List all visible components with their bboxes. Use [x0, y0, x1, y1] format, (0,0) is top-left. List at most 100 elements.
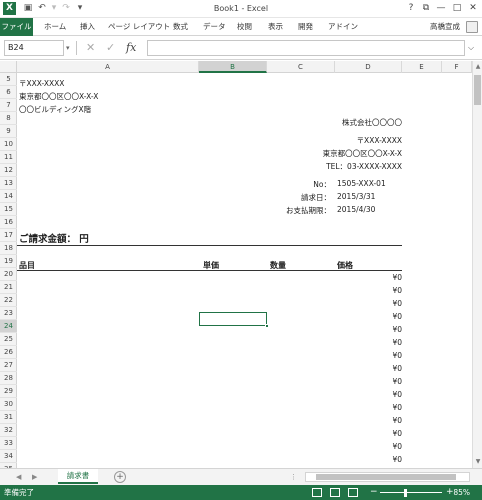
ribbon-display-icon[interactable]: ⧉ — [420, 2, 432, 15]
tab-file[interactable]: ファイル — [0, 18, 33, 36]
row-header[interactable]: 29 — [0, 385, 17, 398]
row-header[interactable]: 12 — [0, 164, 17, 177]
page-layout-view-icon[interactable] — [330, 488, 340, 497]
scroll-up-icon[interactable]: ▲ — [474, 62, 482, 72]
expand-formula-bar-icon[interactable]: ⌵ — [468, 40, 474, 56]
tab-developer[interactable]: 開発 — [298, 18, 313, 36]
due-date-label: お支払期限： — [286, 206, 331, 215]
row-header[interactable]: 8 — [0, 112, 17, 125]
column-header-a[interactable]: A — [17, 61, 199, 73]
tab-formulas[interactable]: 数式 — [173, 18, 188, 36]
select-all-corner[interactable] — [0, 61, 17, 73]
worksheet-grid[interactable]: 〒XXX-XXXX 東京都〇〇区〇〇X-X-X 〇〇ビルディングX階 株式会社〇… — [17, 73, 472, 468]
tab-data[interactable]: データ — [203, 18, 226, 36]
row-header[interactable]: 17 — [0, 229, 17, 242]
row-header[interactable]: 34 — [0, 450, 17, 463]
column-headers: A B C D E F — [0, 61, 482, 73]
zoom-slider-knob[interactable] — [404, 489, 407, 497]
sender-address: 東京都〇〇区〇〇X-X-X — [322, 149, 402, 158]
formula-bar: B24 ▾ ✕ ✓ fx ⌵ — [0, 36, 482, 60]
row-headers: 5 6 7 8 9 10 11 12 13 14 15 16 17 18 19 20 21 22 23 24 25 26 2… — [0, 73, 17, 476]
row-header[interactable]: 13 — [0, 177, 17, 190]
row-header[interactable]: 5 — [0, 73, 17, 86]
row-header[interactable]: 19 — [0, 255, 17, 268]
row-header[interactable]: 14 — [0, 190, 17, 203]
zoom-level[interactable]: 85% — [453, 485, 470, 500]
amount-cell: ¥0 — [392, 325, 402, 334]
amount-cell: ¥0 — [392, 416, 402, 425]
row-header[interactable]: 9 — [0, 125, 17, 138]
user-name[interactable]: 高橋宣成 — [430, 18, 460, 36]
tab-home[interactable]: ホーム — [44, 18, 66, 36]
header-underline — [17, 270, 402, 271]
amount-cell: ¥0 — [392, 377, 402, 386]
prev-sheet-icon[interactable]: ◀ — [16, 469, 21, 485]
help-icon[interactable]: ? — [405, 2, 417, 15]
row-header[interactable]: 30 — [0, 398, 17, 411]
row-header[interactable]: 26 — [0, 346, 17, 359]
row-header[interactable]: 23 — [0, 307, 17, 320]
zoom-out-icon[interactable]: − — [370, 485, 378, 500]
minimize-icon[interactable]: — — [435, 2, 447, 15]
row-header[interactable]: 7 — [0, 99, 17, 112]
vertical-scroll-thumb[interactable] — [474, 75, 481, 105]
sheet-tab-invoice[interactable]: 請求書 — [58, 469, 98, 484]
column-header-c[interactable]: C — [267, 61, 335, 73]
sheet-bar-splitter-icon[interactable]: ⋮ — [290, 469, 297, 485]
page-break-view-icon[interactable] — [348, 488, 358, 497]
sheet-tab-bar: ◀ ▶ 請求書 + ⋮ — [0, 468, 482, 485]
tab-page-layout[interactable]: ページ レイアウト — [108, 18, 170, 36]
normal-view-icon[interactable] — [312, 488, 322, 497]
row-header[interactable]: 31 — [0, 411, 17, 424]
vertical-scrollbar[interactable]: ▲ ▼ — [472, 61, 482, 468]
tab-view[interactable]: 表示 — [268, 18, 283, 36]
amount-cell: ¥0 — [392, 299, 402, 308]
ribbon-tabs: ファイル ホーム 挿入 ページ レイアウト 数式 データ 校閲 表示 開発 アド… — [0, 18, 482, 36]
row-header[interactable]: 21 — [0, 281, 17, 294]
add-sheet-icon[interactable]: + — [114, 471, 126, 483]
column-header-b[interactable]: B — [199, 61, 267, 73]
scroll-down-icon[interactable]: ▼ — [474, 457, 482, 467]
name-box[interactable]: B24 — [4, 40, 64, 56]
row-header[interactable]: 6 — [0, 86, 17, 99]
horizontal-scrollbar[interactable] — [305, 472, 470, 482]
active-cell-b24[interactable] — [199, 312, 267, 326]
cancel-icon[interactable]: ✕ — [86, 40, 95, 56]
next-sheet-icon[interactable]: ▶ — [32, 469, 37, 485]
close-icon[interactable]: ✕ — [467, 2, 479, 15]
fill-handle[interactable] — [265, 324, 269, 328]
row-header[interactable]: 24 — [0, 320, 17, 333]
total-underline — [17, 245, 402, 246]
column-header-d[interactable]: D — [335, 61, 402, 73]
row-header[interactable]: 22 — [0, 294, 17, 307]
column-header-f[interactable]: F — [442, 61, 472, 73]
row-header[interactable]: 25 — [0, 333, 17, 346]
row-header[interactable]: 33 — [0, 437, 17, 450]
status-ready: 準備完了 — [4, 488, 34, 497]
insert-function-icon[interactable]: fx — [126, 40, 136, 56]
row-header[interactable]: 28 — [0, 372, 17, 385]
column-header-e[interactable]: E — [402, 61, 442, 73]
row-header[interactable]: 18 — [0, 242, 17, 255]
row-header[interactable]: 32 — [0, 424, 17, 437]
amount-cell: ¥0 — [392, 403, 402, 412]
maximize-icon[interactable]: □ — [451, 2, 463, 15]
row-header[interactable]: 27 — [0, 359, 17, 372]
enter-icon[interactable]: ✓ — [106, 40, 115, 56]
chevron-down-icon[interactable]: ▾ — [66, 40, 70, 56]
zoom-slider[interactable] — [380, 492, 442, 493]
tab-addins[interactable]: アドイン — [328, 18, 358, 36]
horizontal-scroll-thumb[interactable] — [316, 474, 456, 480]
row-header[interactable]: 15 — [0, 203, 17, 216]
row-header[interactable]: 10 — [0, 138, 17, 151]
formula-input[interactable] — [147, 40, 465, 56]
row-header[interactable]: 11 — [0, 151, 17, 164]
tab-insert[interactable]: 挿入 — [80, 18, 95, 36]
invoice-no-value: 1505-XXX-01 — [337, 179, 386, 188]
row-header[interactable]: 20 — [0, 268, 17, 281]
title-bar: X ▣ ↶ ▾ ↷ ▾ Book1 - Excel ? ⧉ — □ ✕ — [0, 0, 482, 18]
row-header[interactable]: 16 — [0, 216, 17, 229]
amount-cell: ¥0 — [392, 351, 402, 360]
avatar[interactable] — [466, 21, 478, 33]
tab-review[interactable]: 校閲 — [237, 18, 252, 36]
